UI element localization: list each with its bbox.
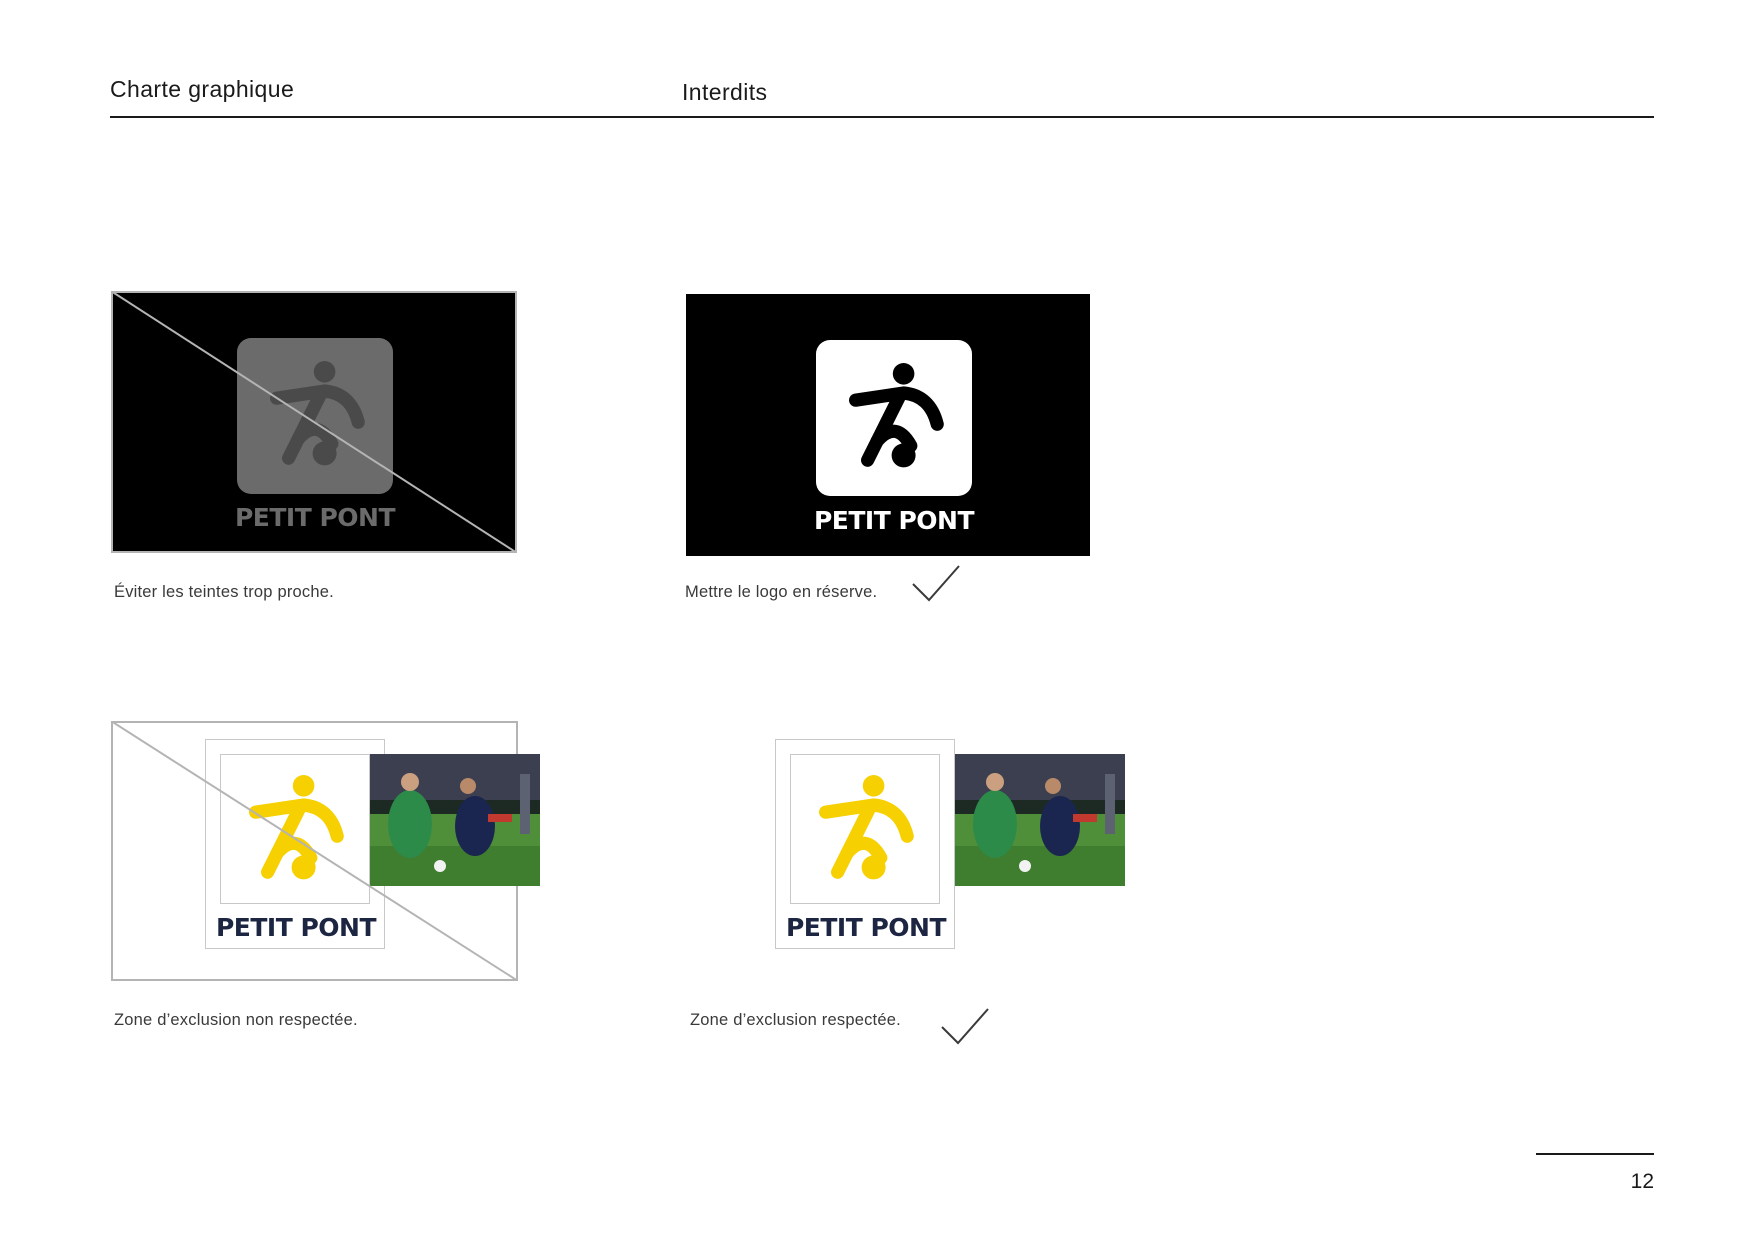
caption-exclusion-ok: Zone d’exclusion respectée. bbox=[690, 1011, 901, 1029]
logo-tile-white bbox=[816, 340, 972, 496]
logo-wordmark: PETIT PONT bbox=[785, 913, 947, 942]
header-rule bbox=[110, 116, 1654, 118]
footballer-icon bbox=[849, 363, 944, 468]
checkmark-icon bbox=[941, 1008, 989, 1045]
example-reserve-panel: PETIT PONT bbox=[686, 294, 1090, 556]
checkmark-icon bbox=[912, 565, 960, 602]
caption-exclusion-fail: Zone d’exclusion non respectée. bbox=[114, 1011, 358, 1029]
footballer-icon bbox=[819, 775, 914, 880]
page-number: 12 bbox=[1630, 1170, 1654, 1193]
football-photo bbox=[955, 754, 1125, 886]
strike-diagonal bbox=[111, 721, 518, 981]
section-title: Interdits bbox=[682, 79, 768, 105]
logo-wordmark: PETIT PONT bbox=[813, 506, 975, 535]
footer-rule bbox=[1536, 1153, 1654, 1155]
strike-diagonal bbox=[111, 291, 517, 553]
exclusion-zone-frame: PETIT PONT bbox=[775, 739, 955, 949]
document-title: Charte graphique bbox=[110, 76, 295, 102]
caption-reserve: Mettre le logo en réserve. bbox=[685, 583, 878, 601]
example-low-contrast-panel: PETIT PONT bbox=[111, 291, 517, 553]
caption-low-contrast: Éviter les teintes trop proche. bbox=[114, 583, 334, 601]
